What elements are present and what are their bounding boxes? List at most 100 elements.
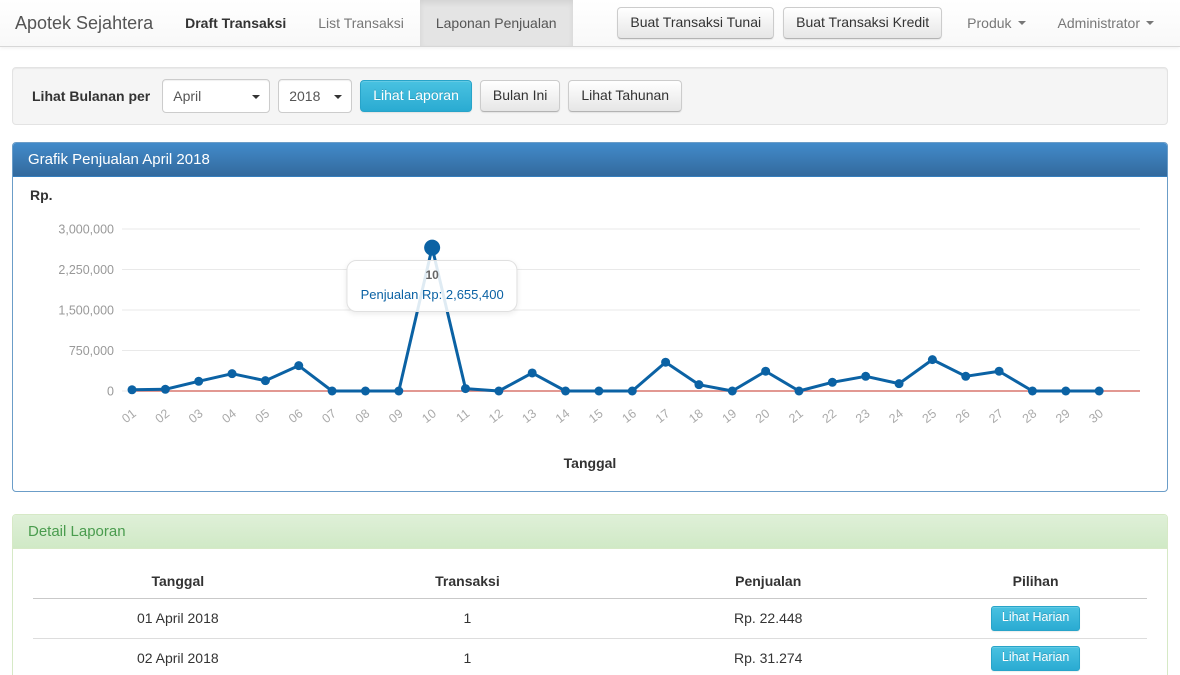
nav-item-draft-transaksi[interactable]: Draft Transaksi: [169, 0, 302, 46]
x-tick-label: 18: [686, 406, 706, 426]
cell-transaksi: 1: [323, 599, 613, 639]
cell-tanggal: 02 April 2018: [33, 638, 323, 675]
y-tick-label: 750,000: [69, 344, 114, 358]
x-tick-label: 25: [920, 406, 940, 426]
data-point[interactable]: [361, 387, 370, 396]
data-point[interactable]: [424, 240, 440, 256]
data-point[interactable]: [1061, 387, 1070, 396]
chevron-down-icon: [252, 95, 260, 99]
data-point[interactable]: [461, 384, 470, 393]
data-point[interactable]: [494, 387, 503, 396]
month-select-value: April: [173, 88, 201, 104]
x-tick-label: 13: [519, 406, 539, 426]
data-point[interactable]: [528, 368, 537, 377]
x-tick-label: 06: [286, 406, 306, 426]
data-point[interactable]: [761, 367, 770, 376]
cell-transaksi: 1: [323, 638, 613, 675]
data-point[interactable]: [394, 387, 403, 396]
view-daily-button[interactable]: Lihat Harian: [991, 606, 1080, 631]
nav-item-list-transaksi[interactable]: List Transaksi: [302, 0, 420, 46]
chevron-down-icon: [334, 95, 342, 99]
cell-tanggal: 01 April 2018: [33, 599, 323, 639]
x-tick-label: 29: [1053, 406, 1073, 426]
data-point[interactable]: [261, 376, 270, 385]
data-point[interactable]: [928, 355, 937, 364]
x-tick-label: 21: [786, 406, 806, 426]
x-tick-label: 10: [419, 406, 439, 426]
x-tick-label: 20: [753, 406, 773, 426]
data-point[interactable]: [861, 372, 870, 381]
x-tick-label: 23: [853, 406, 873, 426]
chart-tooltip: 10 Penjualan Rp: 2,655,400: [347, 260, 518, 312]
month-select[interactable]: April: [162, 79, 270, 113]
data-point[interactable]: [828, 378, 837, 387]
chevron-down-icon: [1146, 21, 1154, 25]
data-point[interactable]: [661, 358, 670, 367]
data-point[interactable]: [961, 372, 970, 381]
x-tick-label: 24: [886, 406, 906, 426]
app-brand[interactable]: Apotek Sejahtera: [0, 0, 169, 46]
data-point[interactable]: [728, 387, 737, 396]
x-tick-label: 07: [319, 406, 339, 426]
column-header-tanggal: Tanggal: [33, 567, 323, 599]
data-point[interactable]: [161, 385, 170, 394]
detail-panel-title: Detail Laporan: [13, 515, 1167, 549]
chart-panel-body: Rp. 0750,0001,500,0002,250,0003,000,0000…: [13, 177, 1167, 491]
x-tick-label: 15: [586, 406, 606, 426]
data-point[interactable]: [1095, 387, 1104, 396]
view-report-button[interactable]: Lihat Laporan: [360, 80, 472, 112]
year-select-value: 2018: [289, 88, 320, 104]
column-header-pilihan: Pilihan: [924, 567, 1147, 599]
data-point[interactable]: [228, 369, 237, 378]
view-daily-button[interactable]: Lihat Harian: [991, 646, 1080, 671]
column-header-transaksi: Transaksi: [323, 567, 613, 599]
navbar: Apotek Sejahtera Draft TransaksiList Tra…: [0, 0, 1180, 47]
data-point[interactable]: [795, 387, 804, 396]
year-select[interactable]: 2018: [278, 79, 352, 113]
administrator-dropdown[interactable]: Administrator: [1042, 15, 1170, 31]
data-point[interactable]: [594, 387, 603, 396]
x-tick-label: 08: [353, 406, 373, 426]
data-point[interactable]: [194, 377, 203, 386]
x-tick-label: 26: [953, 406, 973, 426]
data-point[interactable]: [628, 387, 637, 396]
data-point[interactable]: [328, 387, 337, 396]
daily-report-table: TanggalTransaksiPenjualanPilihan 01 Apri…: [33, 567, 1147, 675]
nav-item-laponan-penjualan[interactable]: Laponan Penjualan: [420, 0, 573, 46]
x-tick-label: 09: [386, 406, 406, 426]
data-point[interactable]: [694, 380, 703, 389]
column-header-penjualan: Penjualan: [612, 567, 924, 599]
filter-label: Lihat Bulanan per: [32, 88, 150, 104]
x-tick-label: 14: [553, 406, 573, 426]
tooltip-day: 10: [361, 268, 504, 282]
data-point[interactable]: [1028, 387, 1037, 396]
y-tick-label: 1,500,000: [58, 304, 114, 318]
this-month-button[interactable]: Bulan Ini: [480, 80, 560, 112]
y-tick-label: 0: [107, 385, 114, 399]
produk-dropdown[interactable]: Produk: [951, 15, 1041, 31]
table-row: 01 April 20181Rp. 22.448 Lihat Harian: [33, 599, 1147, 639]
cell-pilihan: Lihat Harian: [924, 638, 1147, 675]
view-yearly-button[interactable]: Lihat Tahunan: [568, 80, 682, 112]
data-point[interactable]: [895, 379, 904, 388]
sales-line-chart[interactable]: 0750,0001,500,0002,250,0003,000,00001020…: [28, 209, 1168, 441]
data-point[interactable]: [294, 361, 303, 370]
buat-transaksi-kredit-button[interactable]: Buat Transaksi Kredit: [783, 7, 942, 39]
x-tick-label: 11: [453, 406, 472, 425]
buat-transaksi-tunai-button[interactable]: Buat Transaksi Tunai: [617, 7, 774, 39]
table-row: 02 April 20181Rp. 31.274 Lihat Harian: [33, 638, 1147, 675]
x-tick-label: 05: [253, 406, 273, 426]
cell-penjualan: Rp. 22.448: [612, 599, 924, 639]
data-point[interactable]: [561, 387, 570, 396]
y-tick-label: 2,250,000: [58, 263, 114, 277]
data-point[interactable]: [128, 385, 137, 394]
chevron-down-icon: [1018, 21, 1026, 25]
detail-panel-body: TanggalTransaksiPenjualanPilihan 01 Apri…: [13, 549, 1167, 675]
x-axis-title: Tanggal: [28, 455, 1152, 475]
y-axis-unit-label: Rp.: [28, 187, 1152, 203]
cell-penjualan: Rp. 31.274: [612, 638, 924, 675]
chart-panel-title: Grafik Penjualan April 2018: [13, 143, 1167, 177]
data-point[interactable]: [995, 367, 1004, 376]
report-filter-bar: Lihat Bulanan per April 2018 Lihat Lapor…: [12, 67, 1168, 125]
detail-report-panel: Detail Laporan TanggalTransaksiPenjualan…: [12, 514, 1168, 675]
